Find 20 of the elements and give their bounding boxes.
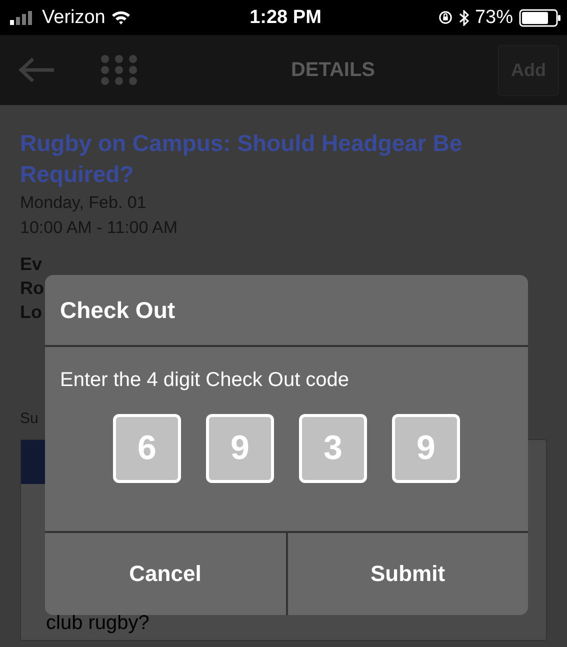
battery-icon	[519, 8, 561, 26]
event-title: Rugby on Campus: Should Headgear Be Required?	[20, 129, 464, 189]
dialog-title: Check Out	[45, 275, 528, 347]
bluetooth-icon	[458, 10, 469, 26]
back-arrow-icon[interactable]	[18, 57, 56, 83]
wifi-icon	[111, 10, 132, 25]
battery-percent: 73%	[474, 6, 513, 28]
code-digit-field[interactable]: 9	[392, 414, 460, 483]
screen-title: DETAILS	[290, 58, 376, 82]
code-digit-field[interactable]: 6	[113, 414, 181, 483]
code-digit-field[interactable]: 9	[206, 414, 274, 483]
grid-menu-icon[interactable]	[100, 55, 138, 85]
carrier-name: Verizon	[42, 6, 106, 28]
rotation-lock-icon	[438, 10, 453, 25]
status-time: 1:28 PM	[250, 6, 322, 28]
dialog-button[interactable]: Submit	[286, 533, 528, 615]
dialog-prompt: Enter the 4 digit Check Out code	[59, 368, 350, 392]
code-digit-field[interactable]: 3	[299, 414, 367, 483]
event-description: club rugby?	[46, 612, 150, 635]
dialog-button[interactable]: Cancel	[45, 533, 286, 615]
